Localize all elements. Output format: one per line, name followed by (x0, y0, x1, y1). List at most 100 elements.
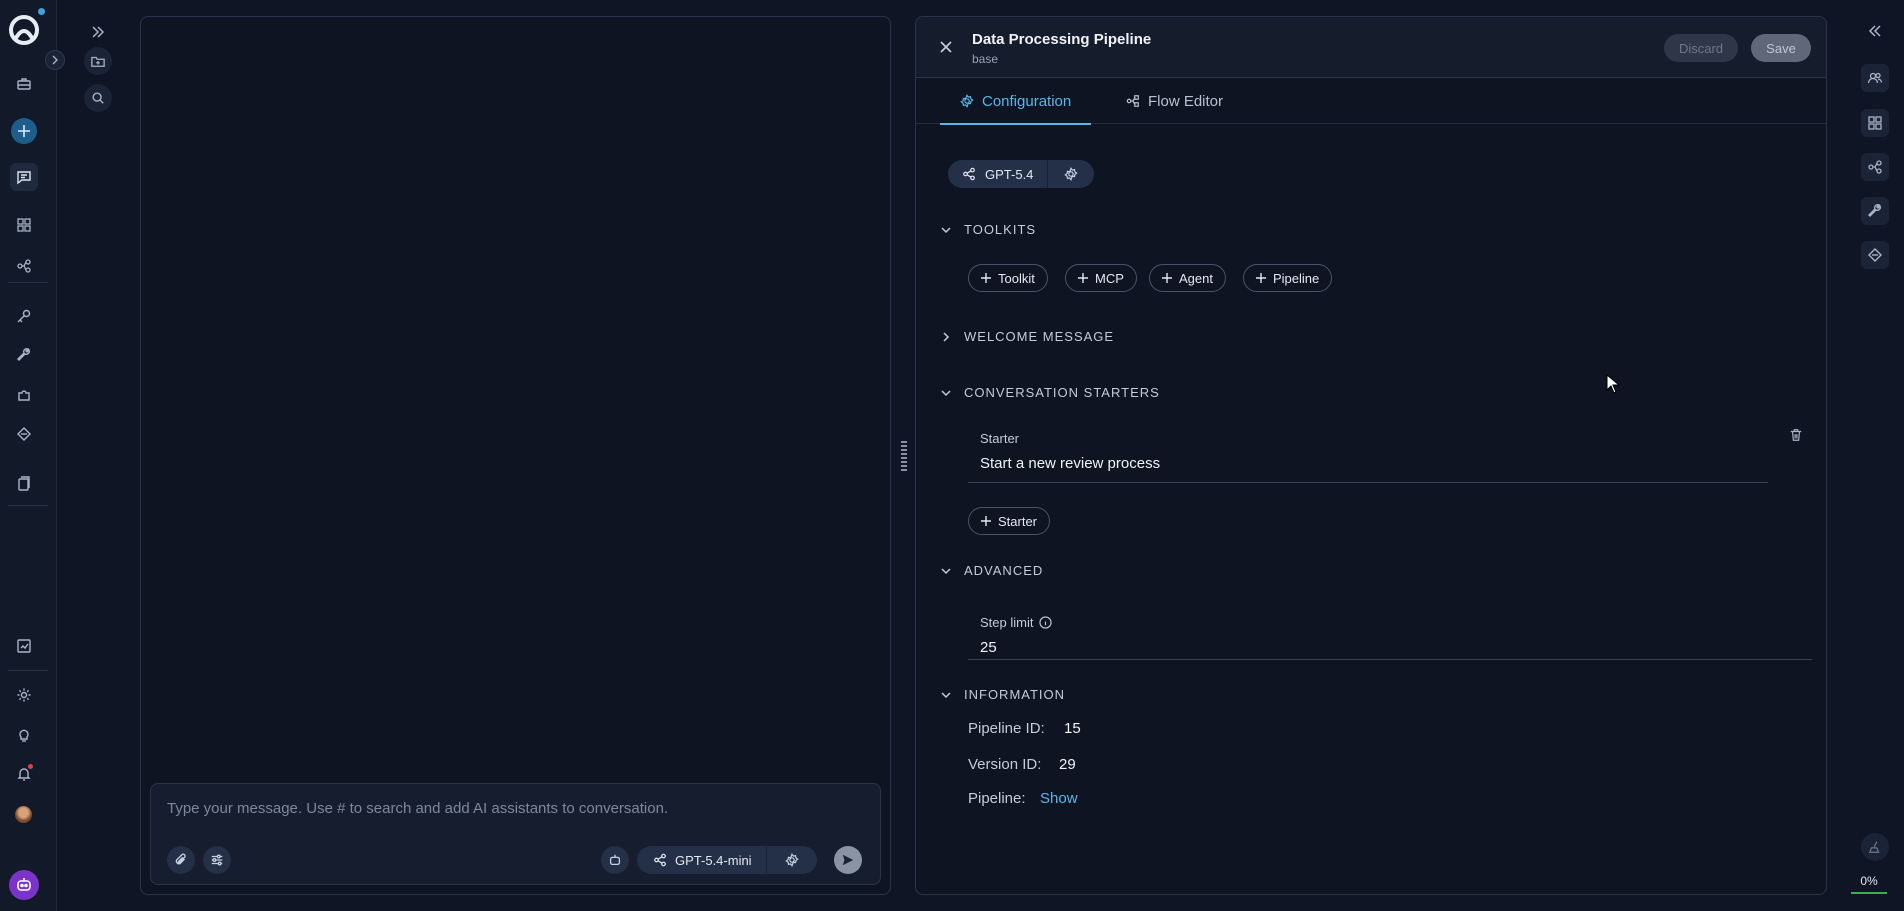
users-icon[interactable] (1861, 64, 1889, 92)
divider (8, 670, 48, 671)
page-title: Data Processing Pipeline (972, 31, 1152, 48)
divider (8, 282, 48, 283)
gear-icon[interactable] (10, 681, 38, 709)
chevron-down-icon (941, 226, 951, 233)
send-button[interactable] (834, 846, 862, 874)
plus-icon (1162, 273, 1172, 283)
info-icon[interactable] (1039, 616, 1053, 629)
robot-icon[interactable] (601, 846, 629, 874)
grid-icon[interactable] (1861, 109, 1889, 137)
starter-underline (968, 482, 1768, 483)
bell-icon[interactable] (10, 760, 38, 788)
mouse-cursor-icon (1606, 374, 1620, 394)
lightbulb-icon[interactable] (10, 721, 38, 749)
pipeline-id-value: 15 (1064, 720, 1081, 737)
config-panel: Data Processing Pipeline base Discard Sa… (915, 16, 1827, 895)
tab-configuration[interactable]: Configuration (940, 78, 1092, 125)
section-welcome-message[interactable]: WELCOME MESSAGE (940, 329, 1114, 344)
gear-icon (960, 94, 974, 108)
pipeline-id-label: Pipeline ID: (968, 720, 1045, 737)
clipboard-icon[interactable] (10, 470, 38, 498)
add-pipeline-label: Pipeline (1273, 270, 1320, 286)
llm-selector-button[interactable]: GPT-5.4 (948, 160, 1049, 188)
tab-bar: Configuration Flow Editor (916, 78, 1826, 125)
broom-icon[interactable] (1861, 833, 1889, 861)
collapse-left-icon[interactable] (1861, 17, 1889, 45)
step-limit-input[interactable]: 25 (980, 639, 997, 656)
grid-icon[interactable] (10, 211, 38, 239)
step-limit-field-label: Step limit (980, 615, 1053, 630)
delete-starter-icon[interactable] (1789, 428, 1803, 442)
layers-icon[interactable] (10, 420, 38, 448)
section-advanced[interactable]: ADVANCED (940, 563, 1043, 578)
layers-icon[interactable] (1861, 241, 1889, 269)
pipeline-show-link[interactable]: Show (1040, 790, 1078, 807)
llm-selector[interactable]: GPT-5.4 (948, 160, 1095, 188)
llm-settings-icon[interactable] (1048, 160, 1094, 188)
add-pipeline-button[interactable]: Pipeline (1243, 264, 1333, 292)
chevron-down-icon (941, 567, 951, 574)
version-id-value: 29 (1059, 756, 1076, 773)
add-agent-button[interactable]: Agent (1149, 264, 1226, 292)
tab-configuration-label: Configuration (982, 92, 1072, 110)
add-starter-button[interactable]: Starter (968, 507, 1051, 535)
model-settings-icon[interactable] (767, 846, 817, 874)
tab-flow-editor[interactable]: Flow Editor (1122, 78, 1227, 124)
flow-icon[interactable] (10, 252, 38, 280)
flow-icon[interactable] (1861, 153, 1889, 181)
model-label: GPT-5.4-mini (675, 852, 752, 868)
add-agent-label: Agent (1179, 270, 1213, 286)
page-subtitle: base (972, 52, 999, 66)
double-chevron-right-icon[interactable] (84, 18, 112, 46)
save-button[interactable]: Save (1751, 34, 1811, 62)
plus-icon (981, 273, 991, 283)
folder-add-icon[interactable] (84, 47, 112, 75)
section-information[interactable]: INFORMATION (940, 687, 1065, 702)
add-mcp-label: MCP (1095, 270, 1124, 286)
briefcase-icon[interactable] (10, 70, 38, 98)
avatar[interactable] (15, 806, 32, 823)
chevron-down-icon (941, 389, 951, 396)
plus-icon (1078, 273, 1088, 283)
message-input[interactable]: Type your message. Use # to search and a… (167, 800, 668, 817)
starter-input[interactable]: Start a new review process (980, 455, 1160, 472)
search-icon[interactable] (84, 84, 112, 112)
progress-bar (1851, 892, 1887, 894)
discard-button[interactable]: Discard (1664, 34, 1738, 62)
add-toolkit-button[interactable]: Toolkit (968, 264, 1048, 292)
logo-icon[interactable] (8, 14, 40, 46)
attach-icon[interactable] (167, 846, 195, 874)
section-toolkits[interactable]: TOOLKITS (940, 222, 1036, 237)
puzzle-icon[interactable] (10, 381, 38, 409)
plus-icon (981, 516, 991, 526)
share-nodes-icon (654, 853, 666, 867)
tab-flow-editor-label: Flow Editor (1148, 92, 1224, 110)
add-toolkit-label: Toolkit (998, 270, 1035, 286)
step-limit-label: Step limit (980, 615, 1034, 630)
settings-sliders-icon[interactable] (203, 846, 231, 874)
chat-icon[interactable] (10, 163, 38, 191)
add-mcp-button[interactable]: MCP (1065, 264, 1137, 292)
notification-dot (28, 764, 33, 769)
model-selector-button[interactable]: GPT-5.4-mini (637, 846, 767, 874)
close-icon[interactable] (938, 39, 954, 55)
section-conversation-starters[interactable]: CONVERSATION STARTERS (940, 385, 1160, 400)
wrench-icon[interactable] (10, 341, 38, 369)
model-selector[interactable]: GPT-5.4-mini (637, 846, 817, 874)
message-composer[interactable]: Type your message. Use # to search and a… (150, 783, 881, 885)
report-icon[interactable] (10, 632, 38, 660)
add-icon[interactable] (11, 118, 37, 144)
flow-icon (1126, 95, 1139, 107)
starter-label: Starter (980, 431, 1020, 446)
section-welcome-label: WELCOME MESSAGE (964, 329, 1115, 344)
divider (8, 505, 48, 506)
bot-icon[interactable] (9, 870, 39, 900)
expand-icon[interactable] (45, 50, 65, 70)
wrench-icon[interactable] (1861, 197, 1889, 225)
share-nodes-icon (963, 167, 975, 181)
chevron-down-icon (941, 691, 951, 698)
key-icon[interactable] (10, 302, 38, 330)
right-rail (1848, 0, 1904, 911)
step-limit-underline (968, 659, 1812, 660)
resize-handle[interactable] (899, 441, 908, 471)
